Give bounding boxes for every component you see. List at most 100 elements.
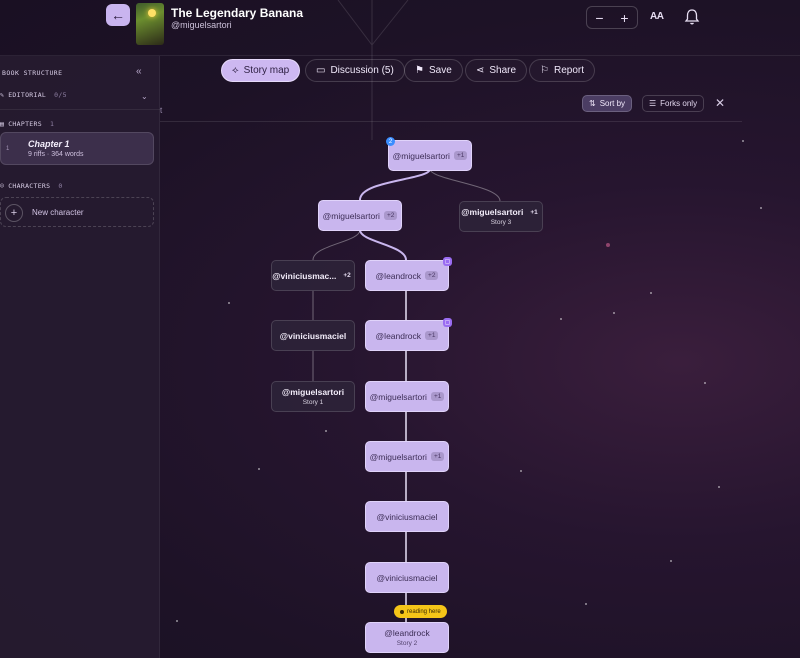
sidebar-item-editorial[interactable]: ✎ EDITORIAL 0/5 <box>0 91 67 99</box>
editorial-label: EDITORIAL <box>8 91 47 99</box>
node-user: @leandrock <box>375 270 422 281</box>
node-fork-count: +2 <box>425 271 439 280</box>
reading-here-label: reading here <box>407 608 441 615</box>
sidebar-item-chapters[interactable]: ▤ CHAPTERS 1 <box>0 120 54 128</box>
story-node[interactable]: @miguelsartori +2 <box>318 200 402 231</box>
book-cover <box>136 3 164 45</box>
node-user: @viniciusmaciel <box>376 572 438 583</box>
node-fork-count: +1 <box>430 452 445 461</box>
node-user: @miguelsartori <box>369 391 427 402</box>
flag-icon: ⚐ <box>540 65 549 76</box>
book-title: The Legendary Banana <box>171 6 304 20</box>
node-user: @viniciusmac... <box>272 270 337 281</box>
editorial-count: 0/5 <box>54 91 67 99</box>
book-icon: ▤ <box>0 120 5 128</box>
node-user: @viniciusmaciel <box>279 330 347 341</box>
story-node[interactable]: @viniciusmaciel <box>365 501 449 532</box>
tab-discussion[interactable]: ▭ Discussion (5) <box>305 59 405 82</box>
discussion-marker-icon: ▢ <box>443 257 452 266</box>
bookmark-icon: ⚑ <box>415 65 424 76</box>
report-label: Report <box>553 65 584 76</box>
bell-icon[interactable] <box>684 8 700 26</box>
node-user: @miguelsartori <box>369 451 427 462</box>
node-story-label: Story 1 <box>302 399 324 406</box>
book-structure-sidebar: BOOK STRUCTURE « ✎ EDITORIAL 0/5 ⌄ ▤ CHA… <box>0 56 160 658</box>
zoom-controls: − + <box>586 6 638 29</box>
node-fork-count: +2 <box>383 211 398 220</box>
discussion-label: Discussion (5) <box>330 65 394 76</box>
list-icon: ☰ <box>649 99 657 108</box>
node-user: @miguelsartori <box>461 207 524 217</box>
arrow-left-icon: ← <box>111 7 125 23</box>
collapse-sidebar-icon[interactable]: « <box>136 66 142 77</box>
divider <box>0 109 160 110</box>
chapter-card[interactable]: 1 Chapter 1 9 riffs · 364 words <box>0 132 154 165</box>
font-size-toggle[interactable]: AA <box>650 11 664 22</box>
story-map-label: Story map <box>243 65 290 76</box>
node-fork-count: +2 <box>343 272 351 279</box>
chapter-number: 1 <box>6 146 10 152</box>
share-label: Share <box>489 65 517 76</box>
sort-by-label: Sort by <box>599 99 626 108</box>
chapters-label: CHAPTERS <box>8 120 42 128</box>
notification-badge: 2 <box>386 137 395 146</box>
close-icon[interactable]: ✕ <box>715 96 725 110</box>
save-button[interactable]: ⚑ Save <box>404 59 463 82</box>
characters-count: 0 <box>58 182 63 190</box>
node-user: @miguelsartori <box>281 387 345 397</box>
chat-icon: ▭ <box>316 65 326 76</box>
story-node[interactable]: @leandrock +2 <box>365 260 449 291</box>
sidebar-item-characters[interactable]: ☺ CHARACTERS 0 <box>0 182 63 190</box>
story-node[interactable]: @miguelsartori Story 1 <box>271 381 355 412</box>
sort-icon: ⇅ <box>589 99 596 108</box>
tab-story-map[interactable]: ⟡ Story map <box>221 59 301 82</box>
node-fork-count: +1 <box>530 208 538 216</box>
truncated-text: t <box>160 106 163 115</box>
save-label: Save <box>428 65 452 76</box>
reading-here-badge: reading here <box>394 605 447 618</box>
chapter-meta: 9 riffs · 364 words <box>28 151 84 158</box>
zoom-out-button[interactable]: − <box>595 10 603 26</box>
sort-by-button[interactable]: ⇅ Sort by <box>582 95 633 112</box>
sidebar-heading: BOOK STRUCTURE <box>2 69 63 77</box>
share-button[interactable]: ⋖ Share <box>465 59 528 82</box>
forks-only-label: Forks only <box>660 99 698 108</box>
new-character-label: New character <box>32 208 84 217</box>
mask-icon: ☺ <box>0 182 5 190</box>
node-user: @viniciusmaciel <box>376 511 438 522</box>
characters-label: CHARACTERS <box>8 182 51 190</box>
node-user: @leandrock <box>384 628 430 638</box>
pen-icon: ✎ <box>0 91 5 99</box>
plus-icon: + <box>5 204 23 222</box>
story-node[interactable]: @leandrock +1 <box>365 320 449 351</box>
node-user: @leandrock <box>375 330 422 341</box>
story-node[interactable]: @miguelsartori +1 <box>388 140 472 171</box>
story-node[interactable]: @miguelsartori +1 <box>365 441 449 472</box>
back-button[interactable]: ← <box>106 4 130 26</box>
node-fork-count: +1 <box>425 331 439 340</box>
forks-only-button[interactable]: ☰ Forks only <box>642 95 705 112</box>
share-icon: ⋖ <box>476 65 485 76</box>
story-node[interactable]: @viniciusmaciel <box>271 320 355 351</box>
top-header: ← The Legendary Banana @miguelsartori − … <box>0 0 800 56</box>
story-node[interactable]: @miguelsartori +1 Story 3 <box>459 201 543 232</box>
zoom-in-button[interactable]: + <box>620 10 628 26</box>
book-author[interactable]: @miguelsartori <box>171 20 232 30</box>
chapters-count: 1 <box>49 120 55 128</box>
reading-dot-icon <box>400 609 404 614</box>
story-node-current[interactable]: @leandrock Story 2 <box>365 622 449 653</box>
node-story-label: Story 3 <box>490 219 512 226</box>
node-user: @miguelsartori <box>322 210 380 221</box>
node-fork-count: +1 <box>430 392 445 401</box>
node-story-label: Story 2 <box>396 640 418 647</box>
story-node[interactable]: @viniciusmaciel <box>365 562 449 593</box>
new-character-button[interactable]: + New character <box>0 197 154 227</box>
chapter-name: Chapter 1 <box>28 139 70 149</box>
discussion-marker-icon: ▢ <box>443 318 452 327</box>
chevron-down-icon[interactable]: ⌄ <box>141 92 148 101</box>
node-user: @miguelsartori <box>392 150 450 161</box>
story-node[interactable]: @viniciusmac... +2 <box>271 260 355 291</box>
node-fork-count: +1 <box>453 151 468 160</box>
report-button[interactable]: ⚐ Report <box>529 59 595 82</box>
story-node[interactable]: @miguelsartori +1 <box>365 381 449 412</box>
